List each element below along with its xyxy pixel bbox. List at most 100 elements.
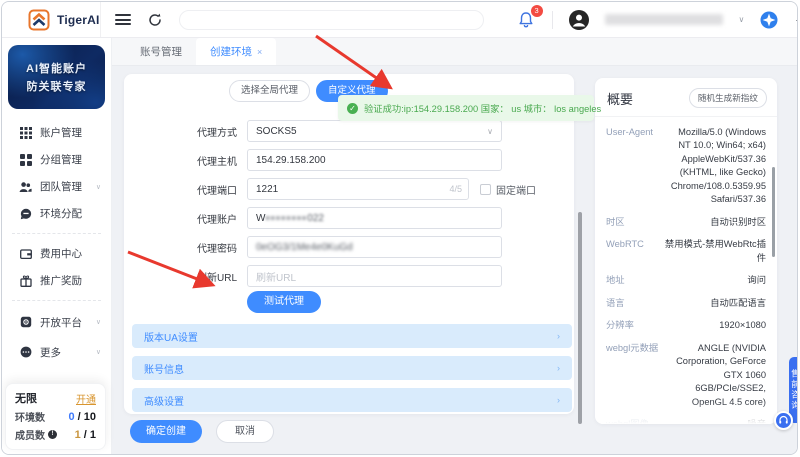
topbar: TigerAI 3 ∨ bbox=[2, 2, 797, 38]
search-input[interactable] bbox=[178, 9, 484, 30]
sidebar-item-open-platform[interactable]: 开放平台 ∨ bbox=[2, 307, 111, 337]
password-blurred-value: 0eOG3/1Me4e0KuGd bbox=[256, 241, 353, 253]
sidebar-item-accounts[interactable]: 账户管理 bbox=[2, 119, 111, 146]
app-title: TigerAI bbox=[57, 12, 100, 27]
tab-account-management[interactable]: 账号管理 bbox=[126, 38, 196, 65]
upgrade-link[interactable]: 开通 bbox=[76, 391, 96, 406]
proxy-port-label: 代理端口 bbox=[197, 185, 237, 197]
sidebar-footer-card: 无限 开通 环境数 0 / 10 成员数! 1 / 1 bbox=[5, 383, 106, 450]
proxy-form-card: 选择全局代理 自定义代理 ✓ 验证成功:ip:154.29.158.200 国家… bbox=[124, 74, 601, 414]
summary-row: 分辨率 1920×1080 bbox=[606, 320, 766, 331]
summary-row: webgl元数据 ANGLE (NVIDIA Corporation, GeFor… bbox=[606, 342, 766, 407]
customer-service-button[interactable] bbox=[774, 411, 793, 430]
success-toast: ✓ 验证成功:ip:154.29.158.200 国家： us 城市： los … bbox=[338, 95, 601, 121]
proxy-password-input[interactable]: 0eOG3/1Me4e0KuGd bbox=[247, 236, 502, 258]
sidebar-item-env-allocation[interactable]: 环境分配 bbox=[2, 200, 111, 227]
sidebar-item-more[interactable]: 更多 ∨ bbox=[2, 337, 111, 367]
section-label: 高级设置 bbox=[144, 396, 184, 408]
logo-zone: TigerAI bbox=[2, 2, 101, 37]
proxy-form: 代理方式 SOCKS5 ∨ 代理主机 代理端口 bbox=[124, 120, 574, 294]
chevron-right-icon: › bbox=[557, 395, 560, 405]
section-label: 账号信息 bbox=[144, 364, 184, 376]
summary-row: WebRTC 禁用模式-禁用WebRtc插件 bbox=[606, 239, 766, 263]
chat-icon bbox=[19, 207, 32, 220]
sidebar-item-label: 推广奖励 bbox=[40, 275, 82, 287]
refresh-icon[interactable] bbox=[147, 12, 163, 28]
checkbox-icon[interactable] bbox=[480, 183, 491, 195]
tab-close-icon[interactable]: × bbox=[257, 47, 262, 57]
section-advanced[interactable]: 高级设置 › bbox=[132, 388, 572, 412]
success-check-icon: ✓ bbox=[347, 102, 358, 114]
app-window: TigerAI 3 ∨ AI智能账户 防关联专家 账户管理 分组管理 团队管理 … bbox=[1, 1, 798, 455]
divider bbox=[551, 10, 553, 29]
sidebar-item-label: 费用中心 bbox=[40, 248, 82, 260]
minimize-button[interactable]: — bbox=[794, 13, 797, 26]
proxy-method-select[interactable]: SOCKS5 ∨ bbox=[247, 120, 502, 142]
sidebar-item-label: 团队管理 bbox=[40, 181, 82, 193]
notifications-button[interactable]: 3 bbox=[516, 4, 543, 30]
chevron-down-icon: ∨ bbox=[487, 126, 493, 136]
divider bbox=[12, 233, 101, 234]
chevron-right-icon: › bbox=[557, 331, 560, 341]
proxy-account-label: 代理账户 bbox=[197, 214, 237, 226]
topbar-main: 3 ∨ — × bbox=[101, 2, 797, 37]
sidebar-item-groups[interactable]: 分组管理 bbox=[2, 146, 111, 173]
chevron-down-icon: ∨ bbox=[95, 349, 101, 356]
cancel-button[interactable]: 取消 bbox=[216, 420, 274, 443]
chevron-down-icon: ∨ bbox=[95, 319, 101, 326]
proxy-password-label: 代理密码 bbox=[197, 243, 237, 255]
groups-icon bbox=[19, 153, 32, 166]
main-area: 账号管理 创建环境 × 选择全局代理 自定义代理 ✓ 验证成功:ip:154.2… bbox=[112, 38, 797, 454]
tigerai-logo-icon bbox=[28, 9, 50, 30]
footer-buttons: 确定创建 取消 bbox=[130, 420, 274, 443]
form-scrollbar[interactable] bbox=[578, 212, 582, 424]
tab-create-environment[interactable]: 创建环境 × bbox=[196, 38, 277, 65]
char-counter: 4/5 bbox=[449, 184, 462, 194]
test-proxy-button[interactable]: 测试代理 bbox=[247, 291, 321, 313]
platform-icon bbox=[19, 316, 32, 329]
sidebar-item-team[interactable]: 团队管理 ∨ bbox=[2, 173, 111, 200]
global-proxy-pill[interactable]: 选择全局代理 bbox=[229, 80, 311, 102]
summary-scrollbar[interactable] bbox=[772, 167, 775, 257]
divider bbox=[12, 300, 101, 301]
compass-icon[interactable] bbox=[760, 11, 778, 29]
banner-line1: AI智能账户 bbox=[26, 63, 87, 75]
member-count-label: 成员数! bbox=[15, 427, 57, 442]
sidebar-item-referral[interactable]: 推广奖励 bbox=[2, 267, 111, 294]
content: 选择全局代理 自定义代理 ✓ 验证成功:ip:154.29.158.200 国家… bbox=[112, 66, 797, 454]
sidebar-item-label: 开放平台 bbox=[40, 316, 82, 329]
confirm-create-button[interactable]: 确定创建 bbox=[130, 420, 202, 443]
regenerate-fingerprint-button[interactable]: 随机生成新指纹 bbox=[688, 88, 767, 108]
proxy-account-input[interactable]: W ●●●●●●●● 022 bbox=[247, 207, 502, 229]
refresh-url-placeholder: 刷新URL bbox=[256, 272, 297, 284]
sidebar-item-billing[interactable]: 费用中心 bbox=[2, 240, 111, 267]
fixed-port-checkbox[interactable]: 固定端口 bbox=[480, 182, 536, 197]
more-icon bbox=[19, 346, 32, 359]
sidebar-item-label: 分组管理 bbox=[40, 154, 82, 166]
tab-label: 账号管理 bbox=[140, 46, 182, 58]
refresh-url-input[interactable]: 刷新URL bbox=[247, 265, 502, 287]
plan-label: 无限 bbox=[15, 393, 37, 405]
proxy-method-label: 代理方式 bbox=[197, 127, 237, 139]
summary-row: User-Agent Mozilla/5.0 (Windows NT 10.0; … bbox=[606, 127, 766, 205]
summary-panel: 概要 随机生成新指纹 User-Agent Mozilla/5.0 (Window… bbox=[595, 78, 777, 424]
chevron-down-icon[interactable]: ∨ bbox=[739, 15, 745, 24]
proxy-host-input[interactable] bbox=[247, 149, 502, 171]
section-version-ua[interactable]: 版本UA设置 › bbox=[132, 324, 572, 348]
section-account-info[interactable]: 账号信息 › bbox=[132, 356, 572, 380]
env-count-label: 环境数 bbox=[15, 413, 45, 424]
summary-row: 地址 询问 bbox=[606, 275, 766, 286]
sidebar-item-label: 环境分配 bbox=[40, 208, 82, 220]
summary-row: webgl图像 噪音 bbox=[606, 418, 766, 424]
user-email-blurred[interactable] bbox=[604, 14, 723, 25]
hamburger-menu-icon[interactable] bbox=[114, 14, 131, 25]
support-tab-label: 售前咨询 bbox=[790, 369, 798, 411]
sidebar-item-label: 账户管理 bbox=[40, 127, 82, 139]
collapsible-sections: 版本UA设置 › 账号信息 › 高级设置 › bbox=[132, 324, 572, 420]
avatar[interactable] bbox=[568, 9, 589, 30]
fixed-port-label: 固定端口 bbox=[496, 185, 536, 197]
tabbar: 账号管理 创建环境 × bbox=[112, 38, 797, 66]
user-icon bbox=[569, 10, 588, 29]
section-label: 版本UA设置 bbox=[144, 332, 198, 344]
proxy-port-input[interactable] bbox=[247, 178, 469, 200]
